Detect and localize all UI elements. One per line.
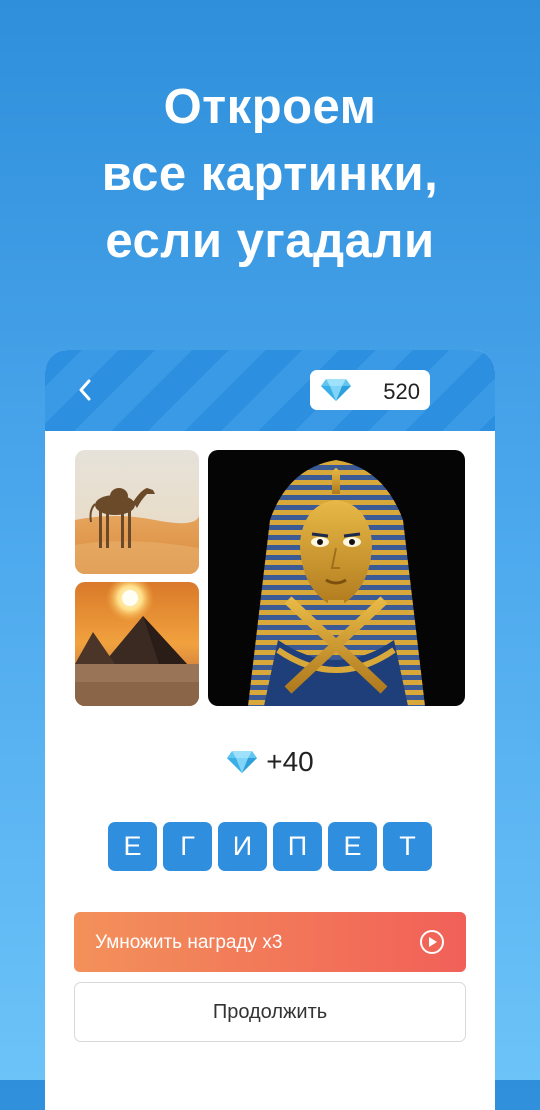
letter-tile[interactable]: Т [383,822,432,871]
gem-count: 520 [383,379,420,404]
card-header: 520 [45,350,495,431]
clue-image-pyramids [75,582,199,706]
reward: +40 [45,746,495,778]
continue-button[interactable]: Продолжить [74,982,466,1042]
letter-tile[interactable]: Е [328,822,377,871]
chevron-left-icon [79,379,91,401]
headline-line-3: если угадали [105,214,435,268]
back-button[interactable] [71,372,99,408]
headline: Откроем все картинки, если угадали [0,74,540,275]
clue-image-pharaoh [208,450,465,706]
play-circle-icon [420,930,444,954]
gem-counter: 520 [310,370,430,410]
diamond-icon [321,379,351,401]
multiply-reward-button[interactable]: Умножить награду x3 [74,912,466,972]
letter-tile[interactable]: Г [163,822,212,871]
letter-tile[interactable]: Е [108,822,157,871]
multiply-reward-label: Умножить награду x3 [95,932,283,953]
game-card: 520 +40 Е Г И П Е Т Умножить награду x3 … [45,350,495,1110]
answer-tiles: Е Г И П Е Т [45,822,495,871]
diamond-icon [227,751,258,773]
clue-image-camel [75,450,199,574]
letter-tile[interactable]: П [273,822,322,871]
headline-line-1: Откроем [163,80,377,134]
headline-line-2: все картинки, [101,147,439,201]
reward-amount: +40 [266,746,314,777]
letter-tile[interactable]: И [218,822,267,871]
continue-label: Продолжить [212,1000,328,1023]
